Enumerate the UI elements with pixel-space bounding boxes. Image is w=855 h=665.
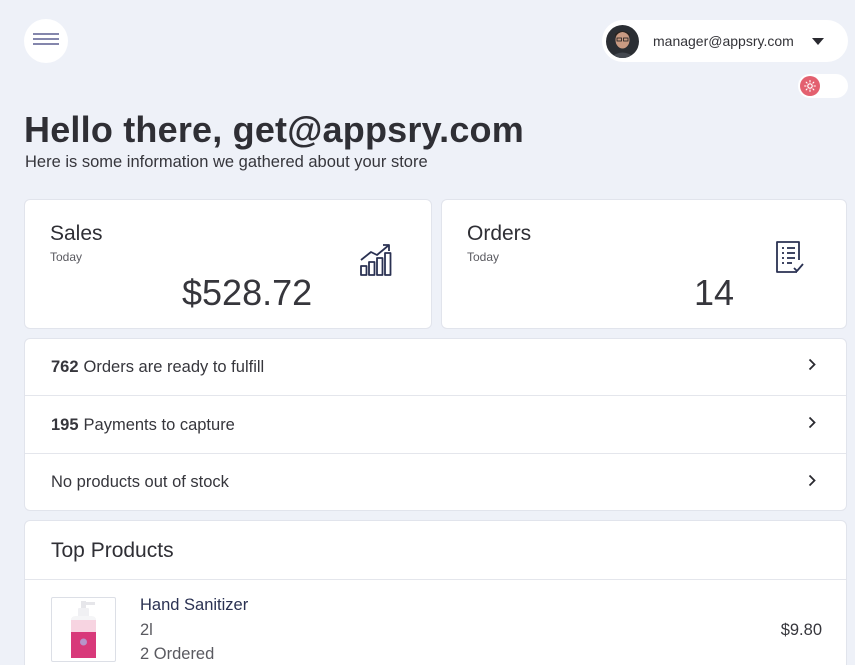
hamburger-icon bbox=[33, 32, 59, 50]
sun-icon bbox=[800, 76, 820, 96]
caret-down-icon[interactable] bbox=[812, 37, 824, 45]
orders-period: Today bbox=[467, 250, 500, 264]
task-label: Payments to capture bbox=[83, 415, 235, 434]
menu-button[interactable] bbox=[24, 19, 68, 63]
product-ordered-count: 2 Ordered bbox=[140, 645, 215, 663]
account-email: manager@appsry.com bbox=[653, 33, 794, 49]
store-tasks-list: 762 Orders are ready to fulfill 195 Paymen… bbox=[24, 338, 847, 511]
sales-value: $528.72 bbox=[182, 272, 313, 313]
sales-title: Sales bbox=[50, 222, 103, 245]
sales-period: Today bbox=[50, 250, 83, 264]
product-price: $9.80 bbox=[780, 621, 822, 639]
task-out-of-stock[interactable]: No products out of stock bbox=[25, 454, 846, 511]
product-variant: 2l bbox=[140, 621, 153, 639]
page-subtitle: Here is some information we gathered abo… bbox=[25, 153, 428, 171]
theme-toggle[interactable] bbox=[798, 74, 848, 98]
hand-sanitizer-bottle bbox=[51, 597, 116, 662]
dashboard-page: manager@appsry.com Hello there, get@apps… bbox=[0, 0, 855, 665]
user-avatar bbox=[606, 24, 639, 58]
product-name[interactable]: Hand Sanitizer bbox=[140, 596, 248, 615]
task-label: Orders are ready to fulfill bbox=[83, 357, 265, 376]
top-products-title: Top Products bbox=[51, 539, 174, 562]
account-menu[interactable]: manager@appsry.com bbox=[602, 20, 848, 62]
top-products-header: Top Products bbox=[25, 521, 846, 580]
checklist-icon bbox=[775, 240, 805, 281]
top-products-card: Top Products Hand Sanitizer 2l 2 Ordered… bbox=[24, 520, 847, 665]
orders-title: Orders bbox=[467, 222, 532, 245]
page-title: Hello there, get@appsry.com bbox=[24, 109, 524, 150]
task-label: No products out of stock bbox=[51, 473, 229, 491]
task-count: 762 bbox=[51, 357, 79, 376]
task-payments-to-capture[interactable]: 195 Payments to capture bbox=[25, 397, 846, 454]
chart-bar-trend-icon bbox=[359, 242, 393, 281]
task-count: 195 bbox=[51, 415, 79, 434]
task-orders-to-fulfill[interactable]: 762 Orders are ready to fulfill bbox=[25, 339, 846, 396]
chevron-right-icon bbox=[808, 358, 816, 376]
product-row[interactable]: Hand Sanitizer 2l 2 Ordered $9.80 bbox=[25, 581, 846, 665]
sales-card[interactable]: Sales Today $528.72 bbox=[24, 199, 432, 329]
chevron-right-icon bbox=[808, 416, 816, 434]
chevron-right-icon bbox=[808, 474, 816, 492]
orders-value: 14 bbox=[694, 272, 735, 313]
orders-card[interactable]: Orders Today 14 bbox=[441, 199, 847, 329]
